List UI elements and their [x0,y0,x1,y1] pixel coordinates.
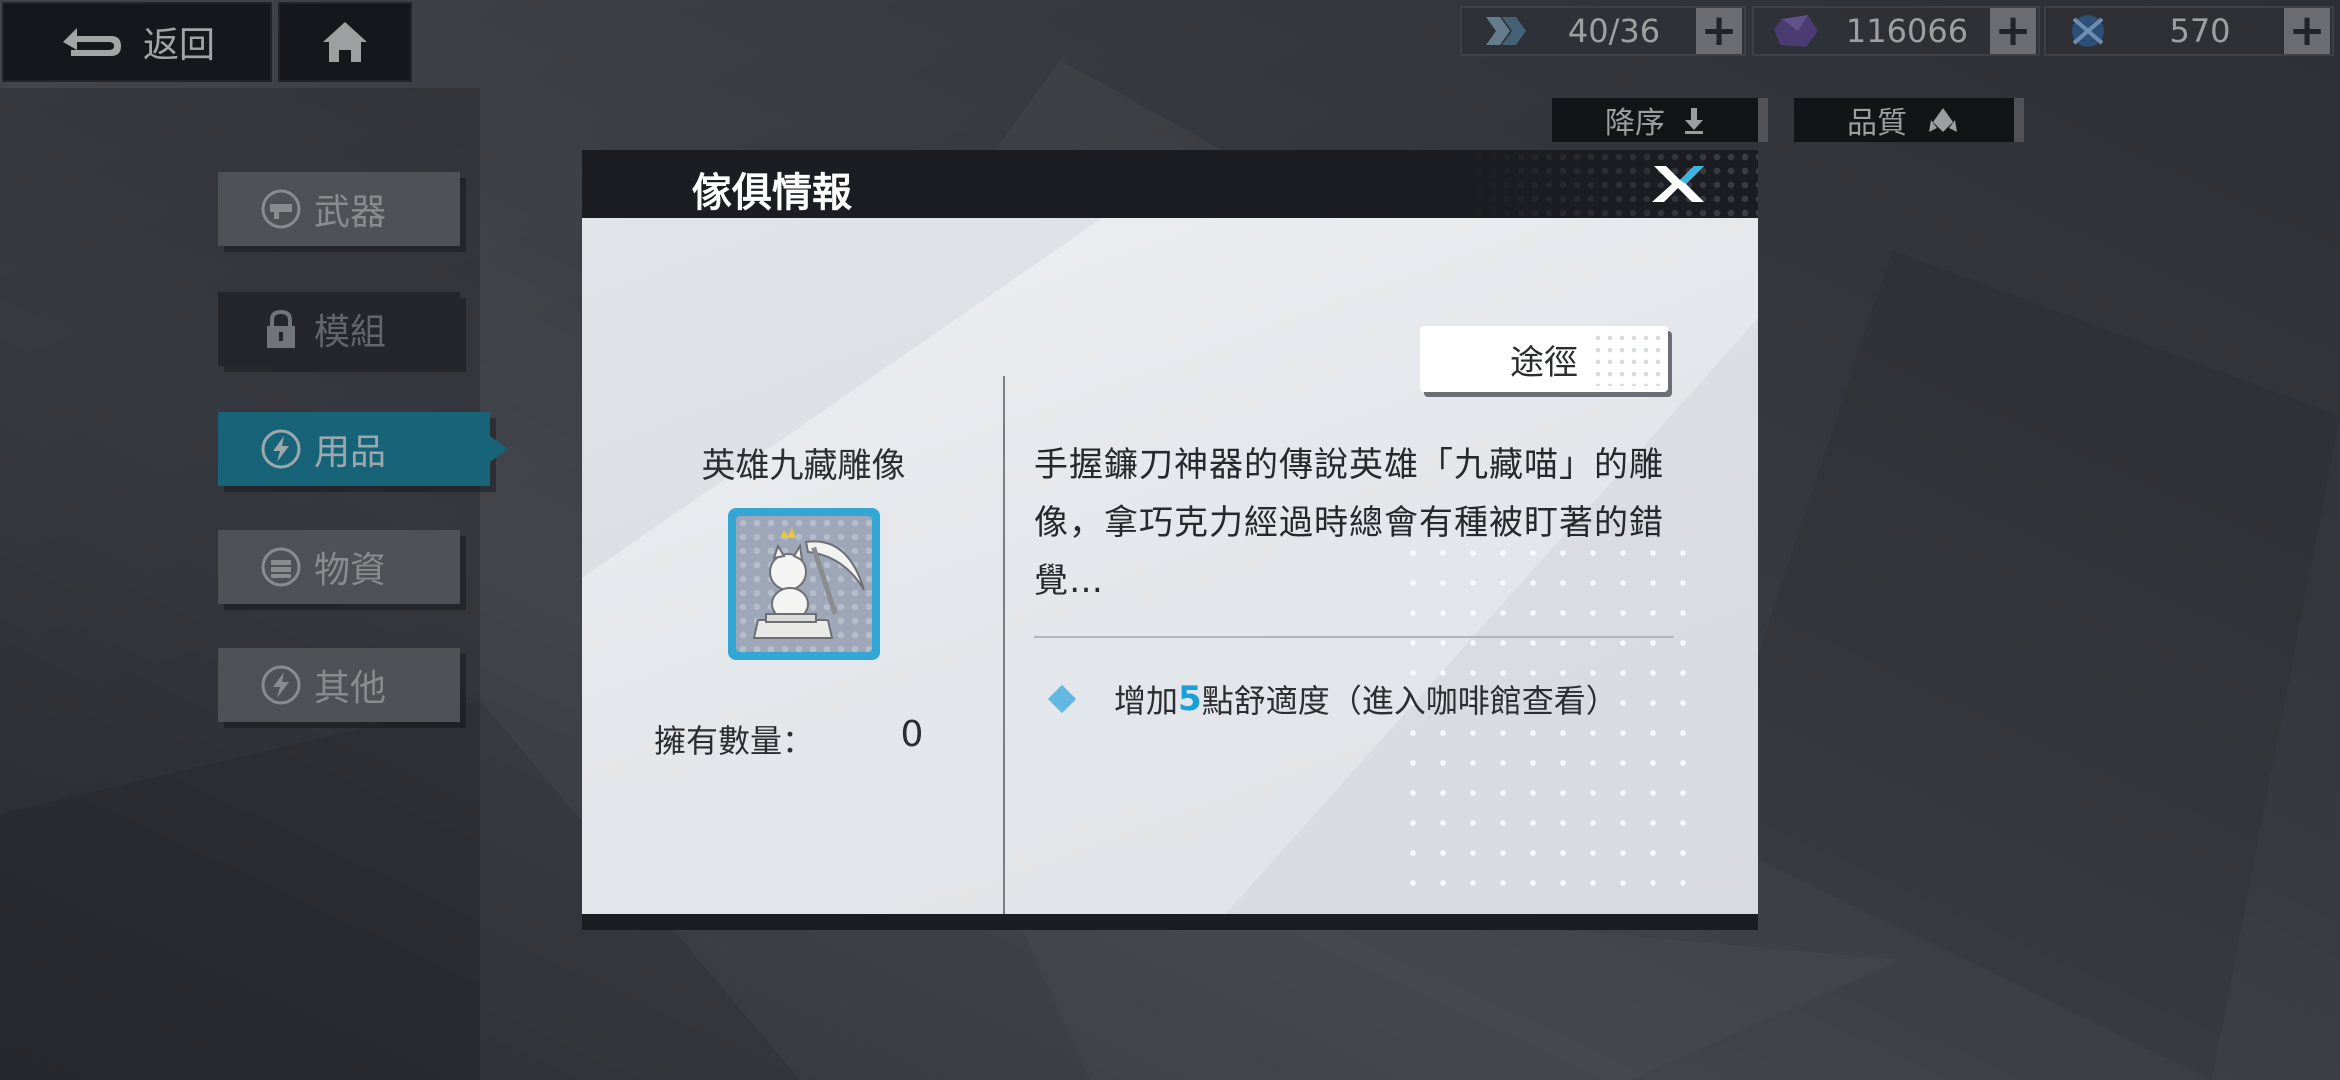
item-thumbnail [736,516,872,652]
modal-body: 途徑 英雄九藏雕像 擁有數量： 0 手握鐮刀神器的傳說英雄「九藏喵」的雕像，拿巧… [582,218,1758,914]
effect-number: 5 [1178,679,1202,719]
route-label: 途徑 [1510,342,1578,383]
diamond-bullet-icon [1047,684,1077,714]
button-dot-pattern [1592,332,1662,386]
modal-footer [582,914,1758,930]
item-effect: 增加 5 點舒適度（進入咖啡館查看） [1047,676,1618,722]
vertical-divider [1003,376,1005,914]
item-icon-frame [728,508,880,660]
modal-title: 傢俱情報 [692,170,852,216]
header-dot-pattern [1458,150,1758,218]
quantity-label: 擁有數量： [654,722,815,760]
acquisition-route-button[interactable]: 途徑 [1420,326,1668,392]
item-name: 英雄九藏雕像 [701,446,906,486]
close-icon[interactable] [1650,162,1706,206]
effect-prefix: 增加 [1114,682,1179,720]
quantity-value: 0 [900,714,924,755]
effect-suffix: 點舒適度（進入咖啡館查看） [1201,682,1618,720]
hero-statue-icon [752,528,865,639]
item-description: 手握鐮刀神器的傳說英雄「九藏喵」的雕像，拿巧克力經過時總會有種被盯著的錯覺… [1034,445,1664,601]
horizontal-divider [1034,636,1674,638]
item-info-modal: 傢俱情報 途徑 英雄九藏雕像 擁有數量： 0 手握鐮刀神器的傳說英雄「九藏喵」的… [582,150,1758,930]
modal-header: 傢俱情報 [582,150,1758,218]
